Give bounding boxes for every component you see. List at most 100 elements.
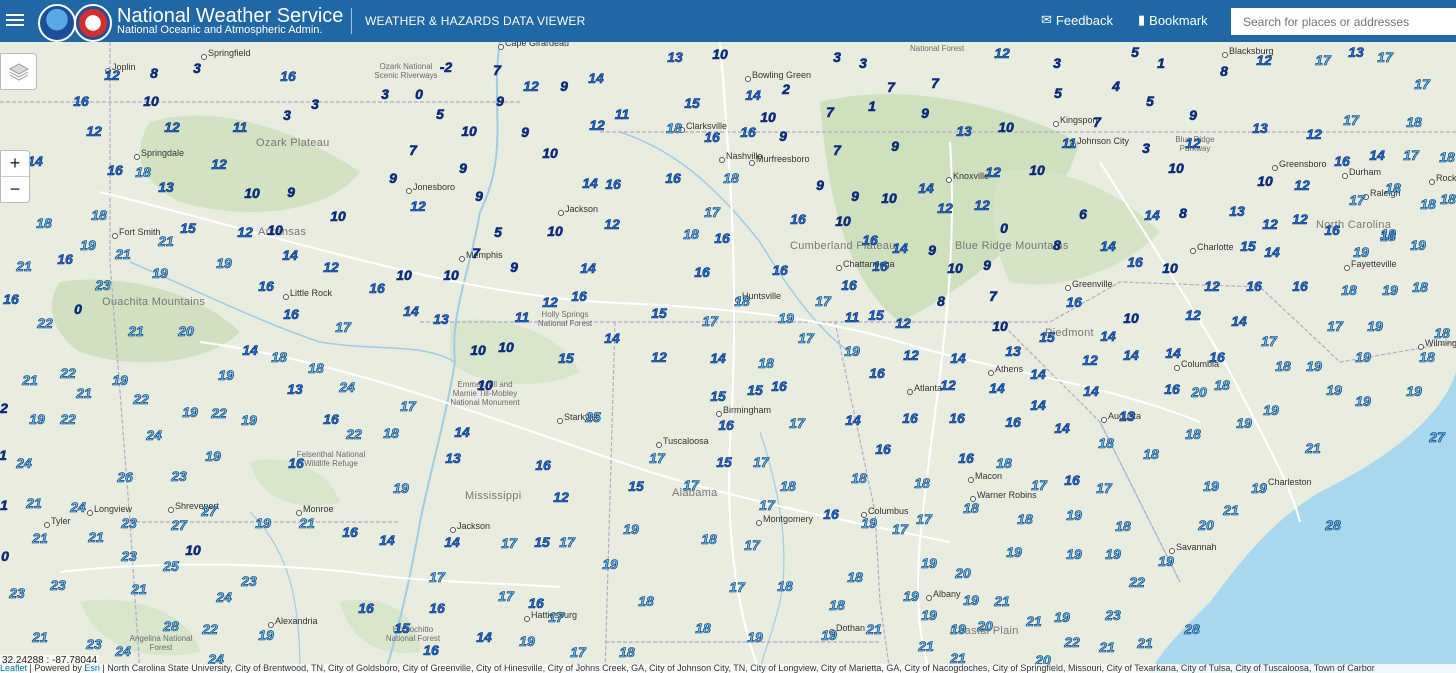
temperature-marker[interactable]: 13 [1229, 203, 1245, 220]
temperature-marker[interactable]: 18 [1412, 279, 1428, 296]
temperature-marker[interactable]: 17 [798, 330, 814, 347]
temperature-marker[interactable]: 17 [1377, 49, 1393, 66]
temperature-marker[interactable]: 19 [1105, 546, 1121, 563]
temperature-marker[interactable]: 19 [1054, 609, 1070, 626]
temperature-marker[interactable]: 17 [683, 477, 699, 494]
temperature-marker[interactable]: 3 [193, 60, 201, 77]
temperature-marker[interactable]: 18 [1385, 180, 1401, 197]
temperature-marker[interactable]: 19 [216, 255, 232, 272]
temperature-marker[interactable]: 18 [1434, 325, 1450, 342]
temperature-marker[interactable]: 23 [121, 548, 137, 565]
temperature-marker[interactable]: 5 [1054, 85, 1062, 102]
temperature-marker[interactable]: 18 [1185, 426, 1201, 443]
temperature-marker[interactable]: 7 [409, 142, 417, 159]
temperature-marker[interactable]: 21 [76, 385, 92, 402]
temperature-marker[interactable]: 12 [895, 315, 911, 332]
temperature-marker[interactable]: 16 [872, 258, 888, 275]
temperature-marker[interactable]: 16 [358, 600, 374, 617]
temperature-marker[interactable]: 2 [782, 81, 790, 98]
temperature-marker[interactable]: 15 [651, 305, 667, 322]
temperature-marker[interactable]: 10 [881, 190, 897, 207]
temperature-marker[interactable]: 0 [1000, 220, 1008, 237]
temperature-marker[interactable]: 21 [299, 515, 315, 532]
temperature-marker[interactable]: 12 [985, 164, 1001, 181]
temperature-marker[interactable]: 14 [710, 350, 726, 367]
temperature-marker[interactable]: 16 [1064, 472, 1080, 489]
temperature-marker[interactable]: 16 [429, 600, 445, 617]
temperature-marker[interactable]: 21 [1223, 502, 1239, 519]
temperature-marker[interactable]: 13 [1348, 44, 1364, 61]
temperature-marker[interactable]: 22 [211, 405, 227, 422]
temperature-marker[interactable]: 19 [1066, 507, 1082, 524]
temperature-marker[interactable]: 19 [963, 592, 979, 609]
temperature-marker[interactable]: 22 [1064, 634, 1080, 651]
temperature-marker[interactable]: 19 [747, 629, 763, 646]
temperature-marker[interactable]: 19 [1203, 478, 1219, 495]
temperature-marker[interactable]: 12 [1292, 211, 1308, 228]
temperature-marker[interactable]: 26 [117, 469, 133, 486]
temperature-marker[interactable]: 22 [60, 411, 76, 428]
temperature-marker[interactable]: 10 [835, 213, 851, 230]
temperature-marker[interactable]: 7 [887, 79, 895, 96]
temperature-marker[interactable]: 17 [501, 535, 517, 552]
temperature-marker[interactable]: 19 [255, 515, 271, 532]
temperature-marker[interactable]: 16 [862, 232, 878, 249]
temperature-marker[interactable]: 20 [977, 618, 993, 635]
temperature-marker[interactable]: 18 [1017, 511, 1033, 528]
temperature-marker[interactable]: 18 [695, 620, 711, 637]
temperature-marker[interactable]: 21 [32, 629, 48, 646]
temperature-marker[interactable]: 16 [323, 411, 339, 428]
temperature-marker[interactable]: 16 [1066, 294, 1082, 311]
temperature-marker[interactable]: 3 [1142, 140, 1150, 157]
temperature-marker[interactable]: 9 [816, 177, 824, 194]
temperature-marker[interactable]: 14 [403, 303, 419, 320]
temperature-marker[interactable]: 12 [523, 78, 539, 95]
temperature-marker[interactable]: 10 [1257, 173, 1273, 190]
temperature-marker[interactable]: 17 [815, 293, 831, 310]
temperature-marker[interactable]: 14 [1264, 244, 1280, 261]
temperature-marker[interactable]: 17 [429, 569, 445, 586]
temperature-marker[interactable]: 19 [921, 607, 937, 624]
temperature-marker[interactable]: 14 [918, 180, 934, 197]
temperature-marker[interactable]: 1 [0, 447, 7, 464]
temperature-marker[interactable]: 18 [914, 475, 930, 492]
temperature-marker[interactable]: 18 [777, 578, 793, 595]
temperature-marker[interactable]: 9 [521, 124, 529, 141]
temperature-marker[interactable]: 16 [288, 455, 304, 472]
temperature-marker[interactable]: 18 [996, 455, 1012, 472]
temperature-marker[interactable]: 12 [323, 259, 339, 276]
temperature-marker[interactable]: 17 [335, 319, 351, 336]
temperature-marker[interactable]: 10 [330, 208, 346, 225]
temperature-marker[interactable]: 2 [0, 400, 8, 417]
temperature-marker[interactable]: 16 [1324, 222, 1340, 239]
temperature-marker[interactable]: 16 [1246, 278, 1262, 295]
temperature-marker[interactable]: 14 [242, 342, 258, 359]
temperature-marker[interactable]: 16 [790, 211, 806, 228]
temperature-marker[interactable]: 15 [710, 388, 726, 405]
temperature-marker[interactable]: 12 [553, 489, 569, 506]
temperature-marker[interactable]: 15 [534, 534, 550, 551]
temperature-marker[interactable]: 13 [445, 450, 461, 467]
temperature-marker[interactable]: 20 [1198, 517, 1214, 534]
temperature-marker[interactable]: 10 [185, 542, 201, 559]
temperature-marker[interactable]: 14 [588, 70, 604, 87]
temperature-marker[interactable]: 15 [747, 382, 763, 399]
temperature-marker[interactable]: 15 [394, 620, 410, 637]
temperature-marker[interactable]: 21 [1305, 440, 1321, 457]
temperature-marker[interactable]: 16 [280, 68, 296, 85]
temperature-marker[interactable]: 12 [974, 197, 990, 214]
temperature-marker[interactable]: 12 [1204, 278, 1220, 295]
temperature-marker[interactable]: 16 [1164, 381, 1180, 398]
temperature-marker[interactable]: 24 [70, 499, 86, 516]
menu-icon[interactable] [6, 11, 24, 29]
temperature-marker[interactable]: 14 [1100, 238, 1116, 255]
temperature-marker[interactable]: 16 [107, 162, 123, 179]
temperature-marker[interactable]: 24 [339, 379, 355, 396]
temperature-marker[interactable]: 25 [585, 409, 601, 426]
temperature-marker[interactable]: 9 [928, 242, 936, 259]
map-view[interactable]: Ozark National Scenic Riverways National … [0, 42, 1456, 673]
temperature-marker[interactable]: 21 [994, 593, 1010, 610]
temperature-marker[interactable]: 14 [282, 247, 298, 264]
temperature-marker[interactable]: 17 [759, 497, 775, 514]
temperature-marker[interactable]: 17 [702, 313, 718, 330]
